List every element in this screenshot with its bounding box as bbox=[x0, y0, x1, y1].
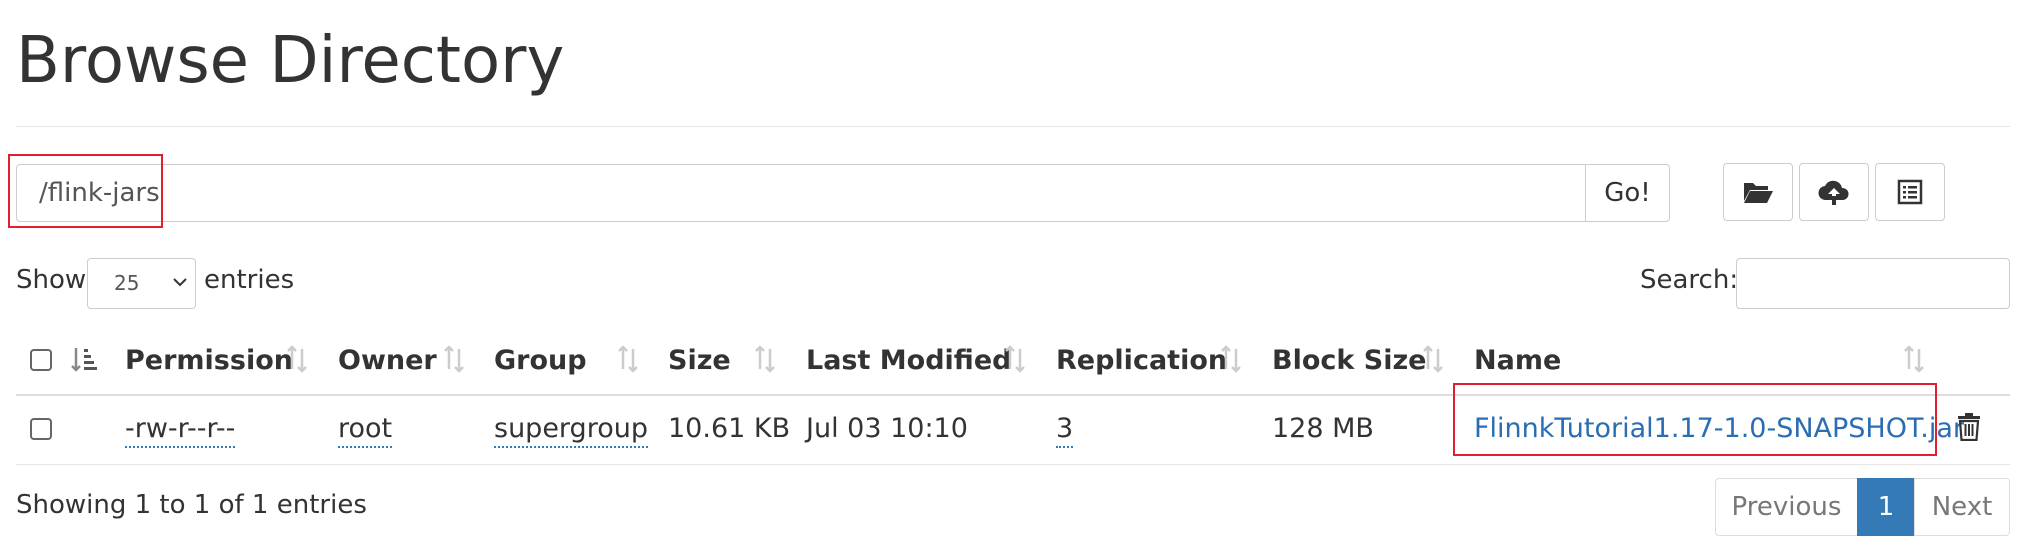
trash-icon[interactable] bbox=[1957, 413, 1981, 441]
sort-both-icon[interactable] bbox=[440, 344, 468, 374]
chevron-down-icon bbox=[173, 278, 187, 287]
row-checkbox[interactable] bbox=[30, 418, 52, 440]
header-size[interactable]: Size bbox=[668, 345, 731, 376]
show-label: Show bbox=[16, 265, 87, 295]
go-button[interactable]: Go! bbox=[1585, 164, 1670, 222]
list-icon bbox=[1897, 179, 1923, 205]
sort-both-icon[interactable] bbox=[751, 344, 779, 374]
cell-size: 10.61 KB bbox=[668, 413, 791, 444]
sort-both-icon[interactable] bbox=[1419, 344, 1447, 374]
header-owner[interactable]: Owner bbox=[338, 345, 437, 376]
page-title: Browse Directory bbox=[16, 24, 565, 98]
name-highlight-box bbox=[1453, 383, 1937, 456]
upload-cloud-icon bbox=[1818, 180, 1849, 205]
search-input[interactable] bbox=[1736, 258, 2010, 309]
page-1-button[interactable]: 1 bbox=[1857, 478, 1915, 536]
cut-paste-button[interactable] bbox=[1875, 163, 1945, 221]
cell-group[interactable]: supergroup bbox=[494, 413, 648, 448]
header-group[interactable]: Group bbox=[494, 345, 587, 376]
header-last-modified[interactable]: Last Modified bbox=[806, 345, 1011, 376]
sort-both-icon[interactable] bbox=[1900, 344, 1928, 374]
cell-last-modified: Jul 03 10:10 bbox=[806, 413, 968, 444]
next-page-button[interactable]: Next bbox=[1914, 478, 2010, 536]
directory-path-input[interactable]: /flink-jars bbox=[16, 164, 1586, 222]
cell-owner[interactable]: root bbox=[338, 413, 393, 448]
title-divider bbox=[16, 126, 2010, 127]
sort-both-icon[interactable] bbox=[1001, 344, 1029, 374]
sort-both-icon[interactable] bbox=[283, 344, 311, 374]
header-permission[interactable]: Permission bbox=[125, 345, 293, 376]
header-block-size[interactable]: Block Size bbox=[1272, 345, 1426, 376]
cell-block-size: 128 MB bbox=[1272, 413, 1374, 444]
entries-label: entries bbox=[204, 265, 295, 295]
header-name[interactable]: Name bbox=[1474, 345, 1561, 376]
table-row-divider bbox=[16, 464, 2010, 465]
table-info: Showing 1 to 1 of 1 entries bbox=[16, 490, 367, 520]
header-replication[interactable]: Replication bbox=[1056, 345, 1227, 376]
select-all-checkbox[interactable] bbox=[30, 349, 52, 371]
cell-replication[interactable]: 3 bbox=[1056, 413, 1074, 448]
path-highlight-box bbox=[8, 154, 163, 228]
sort-both-icon[interactable] bbox=[614, 344, 642, 374]
create-directory-button[interactable] bbox=[1723, 163, 1793, 221]
previous-page-button[interactable]: Previous bbox=[1715, 478, 1858, 536]
search-label: Search: bbox=[1640, 265, 1739, 295]
sort-ascending-icon[interactable] bbox=[70, 344, 98, 374]
upload-files-button[interactable] bbox=[1799, 163, 1869, 221]
cell-permission[interactable]: -rw-r--r-- bbox=[125, 413, 236, 448]
sort-both-icon[interactable] bbox=[1217, 344, 1245, 374]
folder-open-icon bbox=[1744, 183, 1773, 203]
